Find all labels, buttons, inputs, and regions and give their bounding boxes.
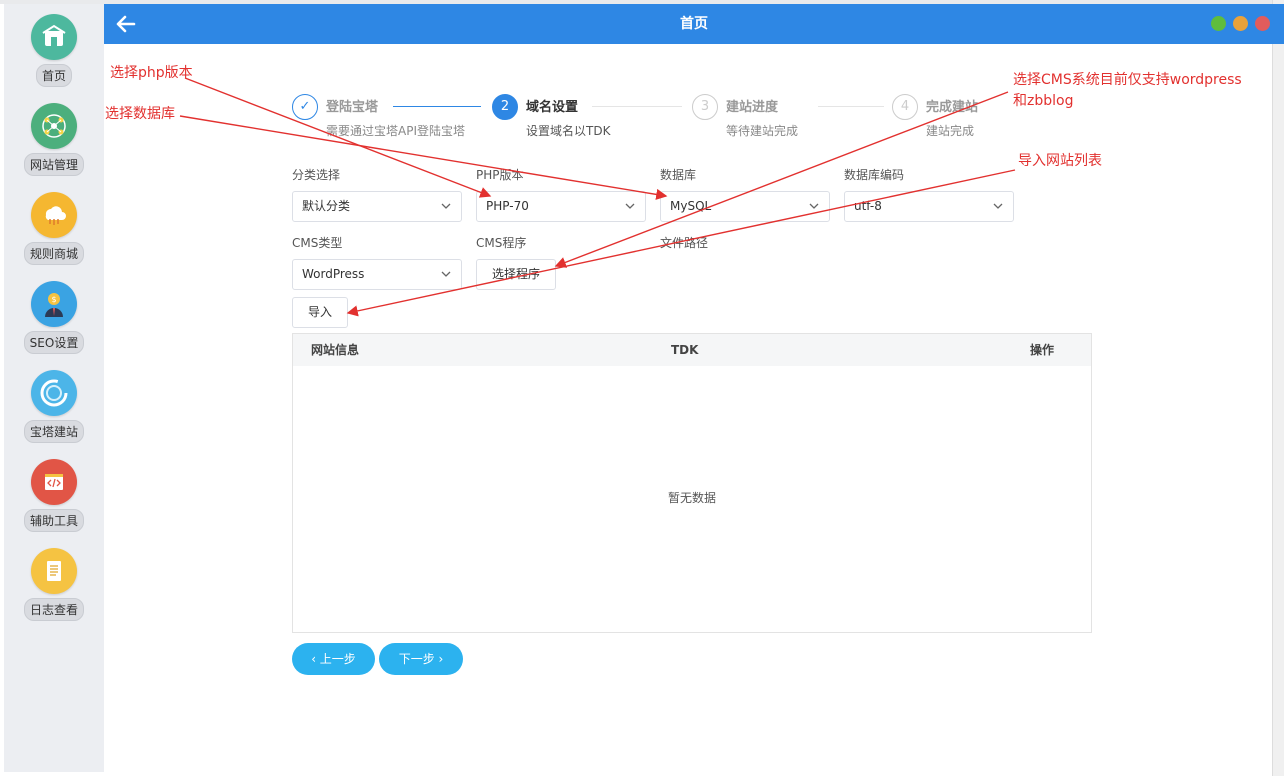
minimize-button[interactable] <box>1211 16 1226 31</box>
sidebar-item-logs[interactable]: 日志查看 <box>16 548 92 628</box>
desktop-background-edge <box>1272 0 1284 776</box>
maximize-button[interactable] <box>1233 16 1248 31</box>
title-bar: 首页 <box>104 4 1284 44</box>
column-site-info: 网站信息 <box>311 343 360 357</box>
circle-build-icon <box>31 370 77 416</box>
annotation-database: 选择数据库 <box>105 106 175 122</box>
step-desc: 需要通过宝塔API登陆宝塔 <box>326 124 465 138</box>
sidebar-item-label: 辅助工具 <box>23 509 84 532</box>
step-number: 4 <box>892 94 918 120</box>
sidebar-item-rule-shop[interactable]: 规则商城 <box>16 192 92 272</box>
step-title: 登陆宝塔 <box>326 100 379 115</box>
import-button[interactable]: 导入 <box>292 297 348 328</box>
database-label: 数据库 <box>660 168 697 182</box>
sidebar-item-seo-settings[interactable]: $ SEO设置 <box>16 281 92 361</box>
select-program-button[interactable]: 选择程序 <box>476 259 556 290</box>
sidebar-item-label: 规则商城 <box>23 242 84 265</box>
sidebar-item-label: SEO设置 <box>23 331 85 354</box>
sidebar-item-label: 日志查看 <box>23 598 84 621</box>
log-document-icon <box>31 548 77 594</box>
step-number: 2 <box>492 94 518 120</box>
empty-state-text: 暂无数据 <box>667 491 716 505</box>
php-version-value: PHP-70 <box>486 199 529 213</box>
cms-type-label: CMS类型 <box>292 236 343 250</box>
file-path-label: 文件路径 <box>660 236 709 250</box>
sidebar: 首页 网站管理 规则商城 $ SEO设置 宝塔建站 辅助工具 日志查看 <box>4 4 104 772</box>
step-connector <box>393 106 481 107</box>
annotation-import: 导入网站列表 <box>1018 153 1102 169</box>
next-step-button[interactable]: 下一步 › <box>379 643 463 675</box>
window-title: 首页 <box>680 16 708 32</box>
category-label: 分类选择 <box>292 168 341 182</box>
step-desc: 等待建站完成 <box>726 124 799 138</box>
chevron-down-icon <box>441 203 451 209</box>
sidebar-item-home[interactable]: 首页 <box>16 14 92 94</box>
cloud-shop-icon <box>31 192 77 238</box>
annotation-php: 选择php版本 <box>110 65 193 81</box>
column-actions: 操作 <box>1030 343 1055 357</box>
sidebar-item-label: 网站管理 <box>23 153 84 176</box>
annotation-cms-line2: 和zbblog <box>1013 93 1074 109</box>
db-encoding-label: 数据库编码 <box>844 168 905 182</box>
prev-step-button[interactable]: ‹ 上一步 <box>292 643 375 675</box>
step-number: 3 <box>692 94 718 120</box>
category-value: 默认分类 <box>302 199 351 213</box>
step-desc: 设置域名以TDK <box>526 124 611 138</box>
cms-type-value: WordPress <box>302 267 365 281</box>
svg-text:$: $ <box>51 295 56 304</box>
chevron-down-icon <box>625 203 635 209</box>
user-dollar-icon: $ <box>31 281 77 327</box>
step-desc: 建站完成 <box>926 124 975 138</box>
db-encoding-value: utf-8 <box>854 199 882 213</box>
chevron-down-icon <box>809 203 819 209</box>
php-version-label: PHP版本 <box>476 168 524 182</box>
cms-program-label: CMS程序 <box>476 236 527 250</box>
step-login: ✓ 登陆宝塔 需要通过宝塔API登陆宝塔 <box>292 92 492 142</box>
code-tool-icon <box>31 459 77 505</box>
category-select[interactable]: 默认分类 <box>292 191 462 222</box>
chevron-down-icon <box>441 271 451 277</box>
network-icon <box>31 103 77 149</box>
home-icon <box>31 14 77 60</box>
sidebar-item-site-management[interactable]: 网站管理 <box>16 103 92 183</box>
table-header: 网站信息 TDK 操作 <box>293 334 1091 366</box>
sidebar-item-tools[interactable]: 辅助工具 <box>16 459 92 539</box>
step-title: 域名设置 <box>526 100 579 115</box>
close-button[interactable] <box>1255 16 1270 31</box>
step-connector <box>592 106 682 107</box>
step-progress: 3 建站进度 等待建站完成 <box>692 92 892 142</box>
database-value: MySQL <box>670 199 712 213</box>
step-connector <box>818 106 884 107</box>
php-version-select[interactable]: PHP-70 <box>476 191 646 222</box>
check-icon: ✓ <box>292 94 318 120</box>
annotation-cms-line1: 选择CMS系统目前仅支持wordpress <box>1013 72 1242 88</box>
step-title: 完成建站 <box>926 100 979 115</box>
cms-type-select[interactable]: WordPress <box>292 259 462 290</box>
sidebar-item-bt-build[interactable]: 宝塔建站 <box>16 370 92 450</box>
step-title: 建站进度 <box>726 100 779 115</box>
column-tdk: TDK <box>671 343 699 357</box>
sidebar-item-label: 宝塔建站 <box>23 420 84 443</box>
db-encoding-select[interactable]: utf-8 <box>844 191 1014 222</box>
sidebar-item-label: 首页 <box>35 64 72 87</box>
step-domain: 2 域名设置 设置域名以TDK <box>492 92 692 142</box>
site-table: 网站信息 TDK 操作 暂无数据 <box>292 333 1092 633</box>
database-select[interactable]: MySQL <box>660 191 830 222</box>
chevron-down-icon <box>993 203 1003 209</box>
